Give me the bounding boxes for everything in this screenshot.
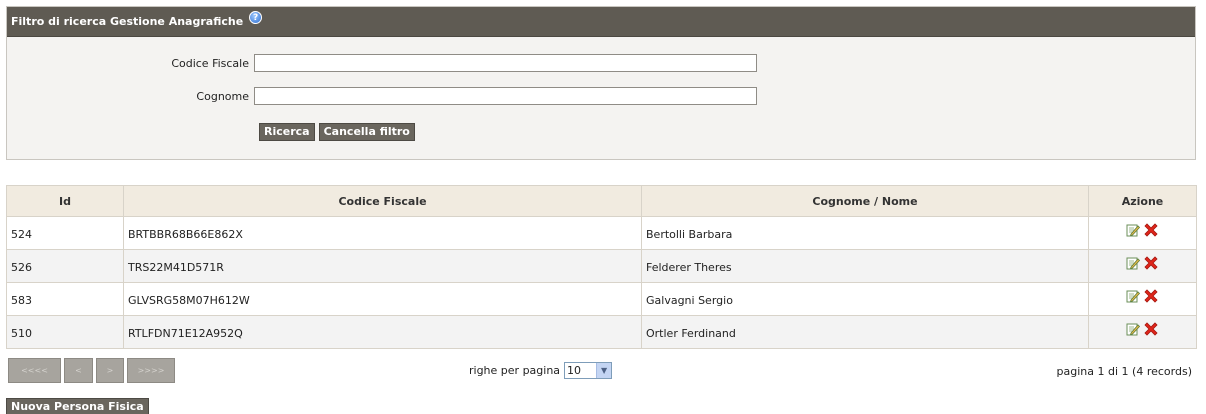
- delete-icon[interactable]: [1143, 222, 1159, 241]
- next-page-button[interactable]: >: [96, 358, 124, 383]
- table-row[interactable]: 583 GLVSRG58M07H612W Galvagni Sergio: [6, 282, 1197, 316]
- filter-title: Filtro di ricerca Gestione Anagrafiche: [11, 15, 244, 28]
- results-table: Id Codice Fiscale Cognome / Nome Azione …: [6, 185, 1197, 349]
- table-row[interactable]: 524 BRTBBR68B66E862X Bertolli Barbara: [6, 216, 1197, 250]
- rows-per-page-label: righe per pagina: [469, 364, 561, 377]
- cell-id: 524: [6, 216, 124, 250]
- cell-cognome-nome: Galvagni Sergio: [641, 282, 1089, 316]
- edit-icon[interactable]: [1126, 223, 1140, 240]
- edit-icon[interactable]: [1126, 322, 1140, 339]
- column-header-id[interactable]: Id: [6, 185, 124, 217]
- table-header-row: Id Codice Fiscale Cognome / Nome Azione: [6, 185, 1197, 217]
- codice-fiscale-label: Codice Fiscale: [171, 56, 249, 70]
- cell-id: 583: [6, 282, 124, 316]
- column-header-codice-fiscale[interactable]: Codice Fiscale: [123, 185, 642, 217]
- chevron-down-icon[interactable]: ▼: [596, 363, 612, 378]
- last-page-button[interactable]: >>>>: [127, 358, 175, 383]
- table-row[interactable]: 510 RTLFDN71E12A952Q Ortler Ferdinand: [6, 315, 1197, 349]
- delete-icon[interactable]: [1143, 288, 1159, 307]
- rows-per-page-select[interactable]: 10 ▼: [564, 362, 613, 379]
- delete-icon[interactable]: [1143, 321, 1159, 340]
- codice-fiscale-input[interactable]: [254, 54, 757, 72]
- cell-cognome-nome: Felderer Theres: [641, 249, 1089, 283]
- edit-icon[interactable]: [1126, 289, 1140, 306]
- table-row[interactable]: 526 TRS22M41D571R Felderer Theres: [6, 249, 1197, 283]
- column-header-cognome-nome[interactable]: Cognome / Nome: [641, 185, 1089, 217]
- cell-id: 526: [6, 249, 124, 283]
- filter-panel: Filtro di ricerca Gestione Anagrafiche ?…: [6, 6, 1196, 160]
- cell-codice-fiscale: GLVSRG58M07H612W: [123, 282, 642, 316]
- cell-codice-fiscale: BRTBBR68B66E862X: [123, 216, 642, 250]
- filter-buttons: Ricerca Cancella filtro: [259, 123, 415, 141]
- column-header-azione: Azione: [1088, 185, 1197, 217]
- cell-actions: [1088, 282, 1197, 316]
- first-page-button[interactable]: <<<<: [8, 358, 61, 383]
- cell-actions: [1088, 315, 1197, 349]
- prev-page-button[interactable]: <: [64, 358, 93, 383]
- cell-actions: [1088, 249, 1197, 283]
- new-persona-fisica-button[interactable]: Nuova Persona Fisica: [6, 398, 149, 414]
- page-info: pagina 1 di 1 (4 records): [1056, 365, 1192, 378]
- cognome-input[interactable]: [254, 87, 757, 105]
- cell-cognome-nome: Bertolli Barbara: [641, 216, 1089, 250]
- pagination-controls: <<<< < > >>>>: [8, 358, 175, 383]
- cell-actions: [1088, 216, 1197, 250]
- cell-cognome-nome: Ortler Ferdinand: [641, 315, 1089, 349]
- cell-id: 510: [6, 315, 124, 349]
- rows-per-page-value: 10: [567, 364, 582, 377]
- cell-codice-fiscale: TRS22M41D571R: [123, 249, 642, 283]
- edit-icon[interactable]: [1126, 256, 1140, 273]
- delete-icon[interactable]: [1143, 255, 1159, 274]
- codice-fiscale-row: Codice Fiscale: [7, 54, 757, 72]
- cognome-row: Cognome: [7, 87, 757, 105]
- cell-codice-fiscale: RTLFDN71E12A952Q: [123, 315, 642, 349]
- filter-header: Filtro di ricerca Gestione Anagrafiche ?: [7, 7, 1195, 37]
- cognome-label: Cognome: [196, 89, 249, 103]
- help-icon[interactable]: ?: [249, 11, 263, 24]
- clear-filter-button[interactable]: Cancella filtro: [318, 123, 415, 141]
- search-button[interactable]: Ricerca: [259, 123, 315, 141]
- rows-per-page: righe per pagina 10 ▼: [469, 362, 613, 379]
